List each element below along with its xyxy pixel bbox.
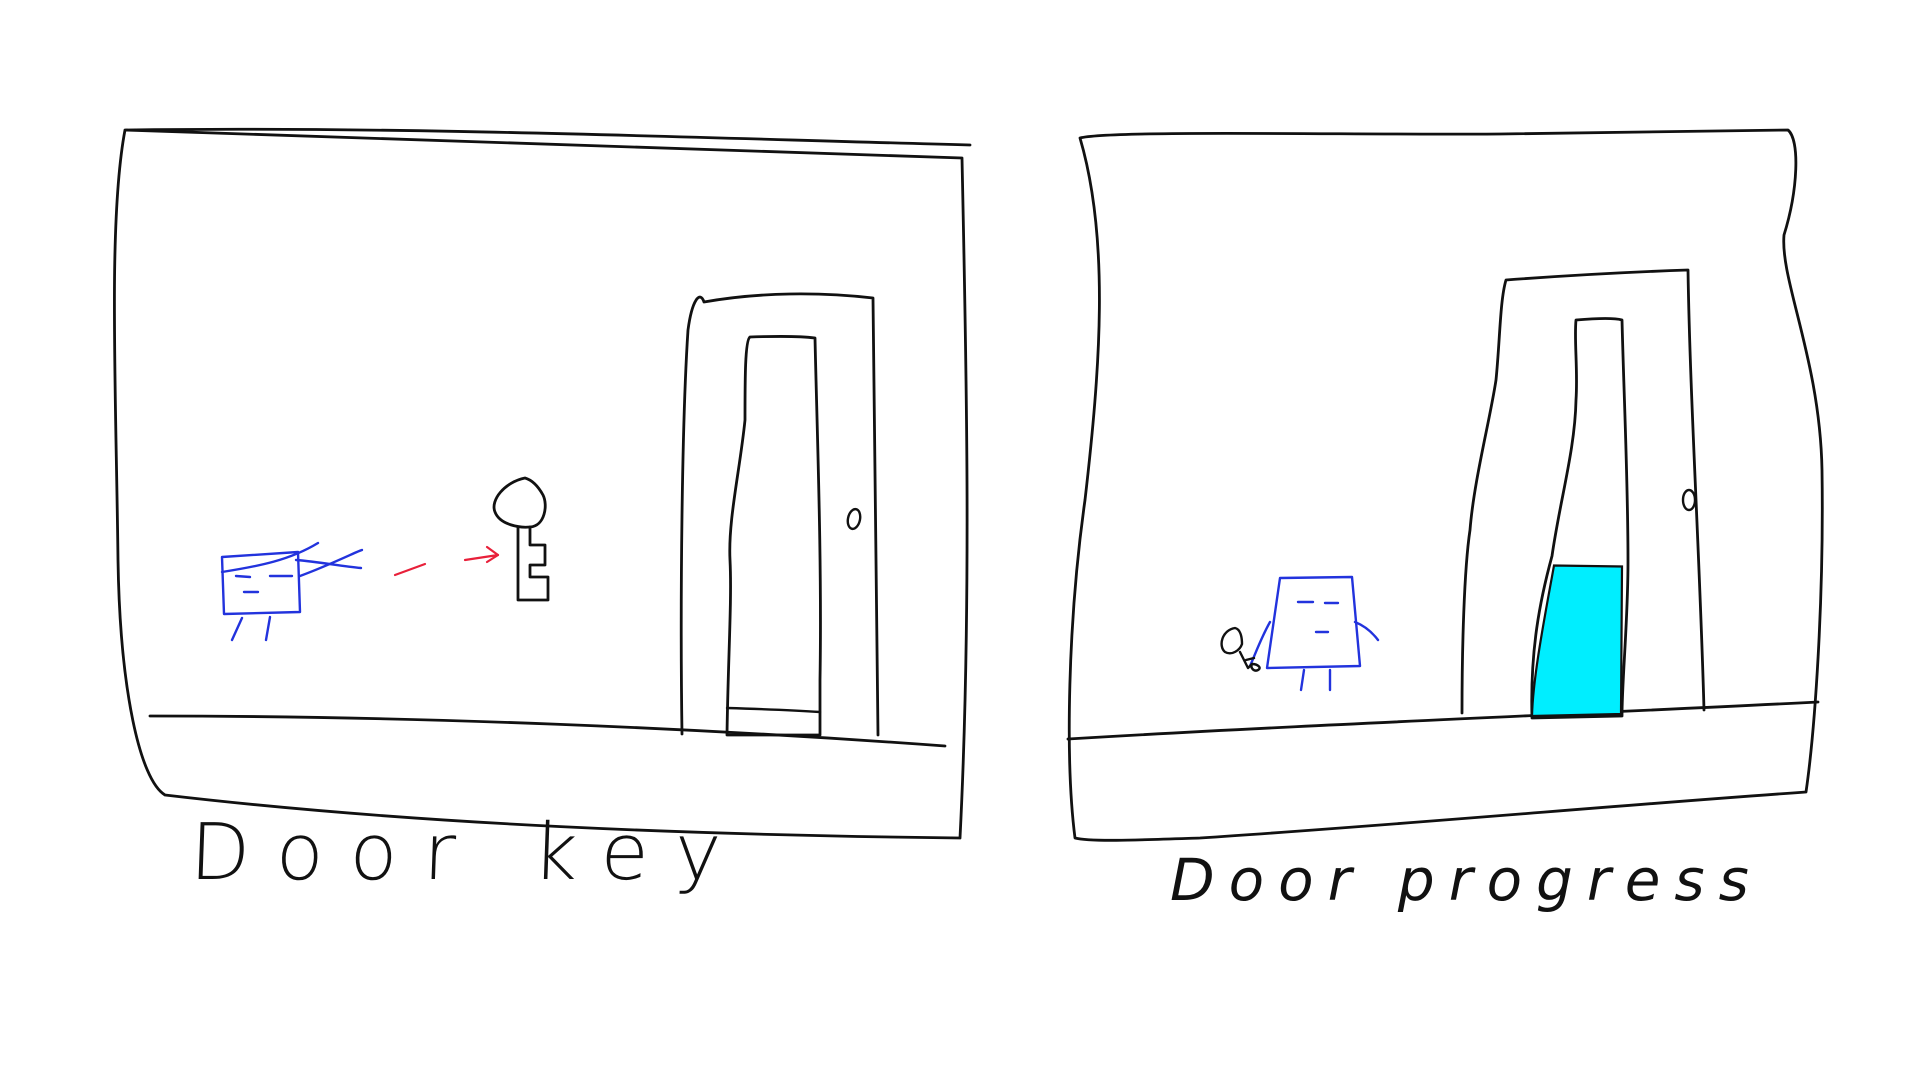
door-opening — [725, 334, 822, 737]
door — [679, 292, 880, 737]
throw-arrow-icon — [393, 545, 500, 577]
agent-body — [1265, 575, 1362, 670]
agent-character — [220, 541, 364, 642]
key-icon — [492, 476, 550, 602]
caption-door-progress: Door progress — [1170, 846, 1763, 914]
door-knob-icon — [846, 507, 862, 531]
panel-door-progress — [1066, 128, 1824, 842]
key-icon — [1220, 626, 1261, 672]
storyboard-canvas: Door key Door progress — [0, 0, 1920, 1080]
panel-door-key — [112, 127, 972, 840]
agent-character — [1220, 575, 1380, 692]
door-knob-icon — [1681, 488, 1697, 512]
door-threshold — [725, 706, 822, 714]
panel-frame — [112, 127, 972, 840]
floor-line — [148, 714, 947, 748]
caption-door-key: Door key — [188, 808, 749, 898]
agent-body — [220, 550, 302, 616]
floor-line — [1066, 700, 1820, 741]
door-progress-fill — [1530, 564, 1624, 718]
sketch-artwork — [112, 127, 1824, 842]
